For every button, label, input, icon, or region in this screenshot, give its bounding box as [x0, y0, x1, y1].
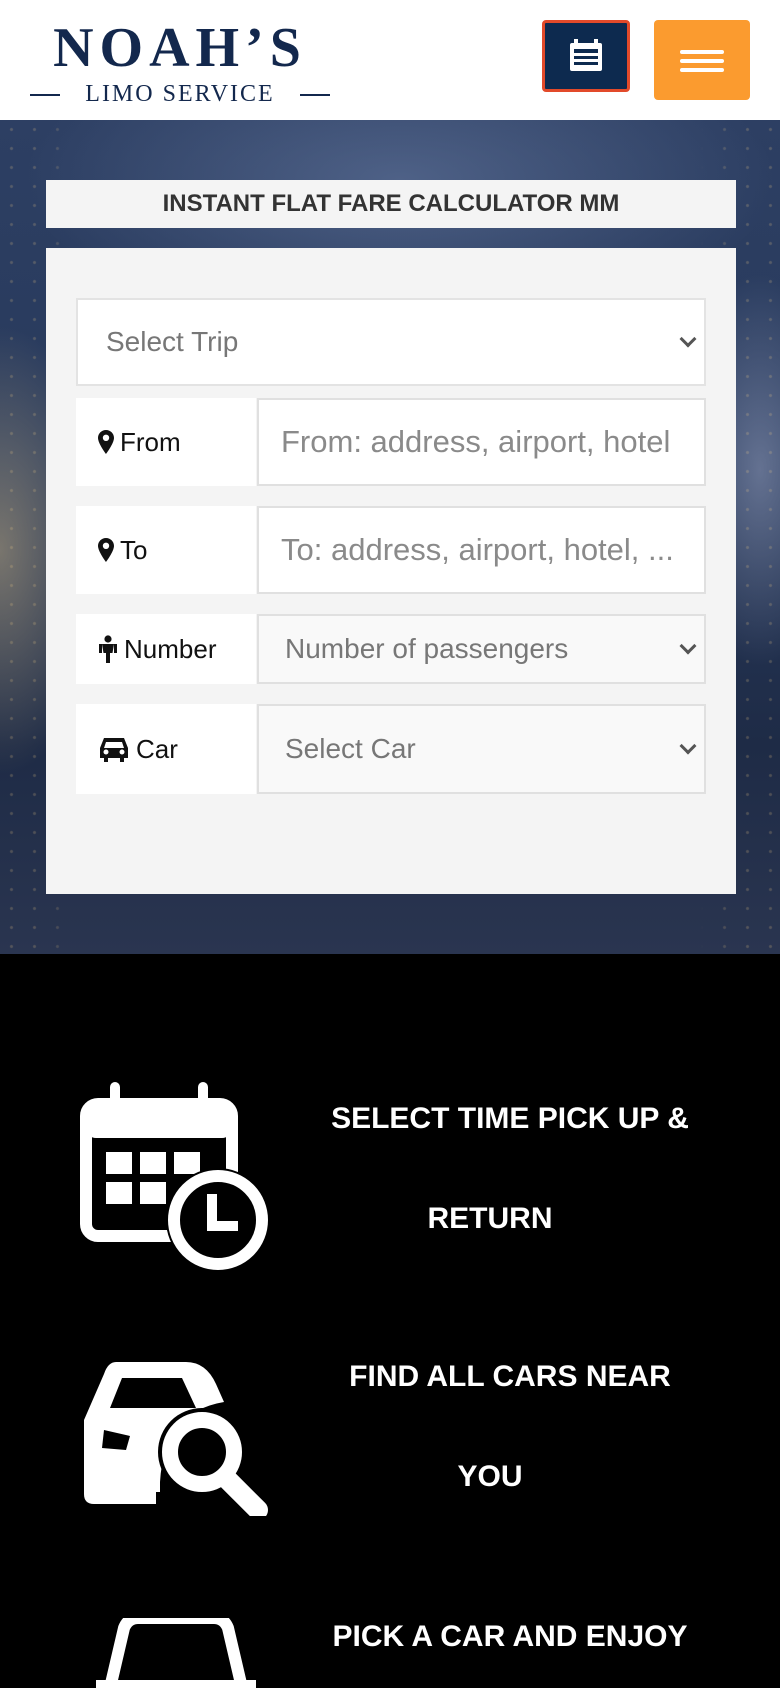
calculator-title: INSTANT FLAT FARE CALCULATOR MM — [46, 180, 736, 228]
car-label: Car — [76, 704, 256, 794]
number-label-text: Number — [124, 633, 217, 664]
menu-button[interactable] — [654, 20, 750, 100]
passengers-select[interactable]: Number of passengers — [257, 614, 706, 684]
logo-line-left — [30, 94, 60, 96]
features-section: SELECT TIME PICK UP & RETURN FIND ALL CA… — [0, 954, 780, 1688]
from-label-text: From — [120, 426, 181, 457]
logo-main-text: NOAH’S — [53, 17, 307, 79]
number-row: Number Number of passengers — [76, 614, 706, 684]
person-icon — [99, 635, 117, 663]
car-icon — [96, 1618, 256, 1688]
feature-1-line-2: RETURN — [427, 1202, 553, 1235]
map-marker-icon — [98, 538, 114, 562]
calendar-clock-icon — [80, 1082, 270, 1272]
trip-select-value: Select Trip — [106, 326, 239, 357]
trip-select[interactable]: Select Trip — [76, 298, 706, 386]
feature-2-line-1: FIND ALL CARS NEAR — [349, 1360, 671, 1393]
to-label-text: To — [120, 534, 148, 565]
car-select-value: Select Car — [285, 733, 416, 764]
to-row: To To: address, airport, hotel, ... — [76, 506, 706, 594]
fare-calculator-form: Select Trip From From: address, airport,… — [46, 248, 736, 894]
logo-sub-wrap: LIMO SERVICE — [30, 82, 330, 106]
site-header: NOAH’S LIMO SERVICE — [0, 0, 780, 120]
chevron-down-icon — [679, 330, 697, 348]
feature-1-text: SELECT TIME PICK UP & RETURN — [300, 954, 720, 1274]
car-select[interactable]: Select Car — [257, 704, 706, 794]
reservation-icon — [570, 39, 602, 71]
to-label: To — [76, 506, 256, 594]
to-input[interactable]: To: address, airport, hotel, ... — [257, 506, 706, 594]
hamburger-icon-bar — [680, 59, 724, 63]
logo[interactable]: NOAH’S LIMO SERVICE — [30, 18, 330, 106]
passengers-select-value: Number of passengers — [285, 633, 569, 664]
car-icon — [100, 738, 128, 762]
logo-line-right — [300, 94, 330, 96]
car-row: Car Select Car — [76, 704, 706, 794]
chevron-down-icon — [679, 737, 697, 755]
logo-sub-text: LIMO SERVICE — [85, 81, 275, 107]
map-marker-icon — [98, 430, 114, 454]
number-label: Number — [76, 614, 256, 684]
chevron-down-icon — [679, 637, 697, 655]
car-search-icon — [84, 1362, 268, 1516]
hamburger-icon-bar — [680, 68, 724, 72]
feature-3-line-1: PICK A CAR AND ENJOY — [332, 1620, 688, 1653]
feature-2-line-2: YOU — [457, 1460, 523, 1493]
hamburger-icon — [680, 50, 724, 54]
feature-3-text: PICK A CAR AND ENJOY — [300, 1614, 720, 1674]
from-label: From — [76, 398, 256, 486]
feature-2-text: FIND ALL CARS NEAR YOU — [300, 1302, 720, 1542]
feature-1-line-1: SELECT TIME PICK UP & — [331, 1102, 689, 1135]
from-row: From From: address, airport, hotel — [76, 398, 706, 486]
hero-section: INSTANT FLAT FARE CALCULATOR MM Select T… — [0, 120, 780, 954]
car-label-text: Car — [136, 733, 178, 764]
from-input[interactable]: From: address, airport, hotel — [257, 398, 706, 486]
reservation-button[interactable] — [542, 20, 630, 92]
